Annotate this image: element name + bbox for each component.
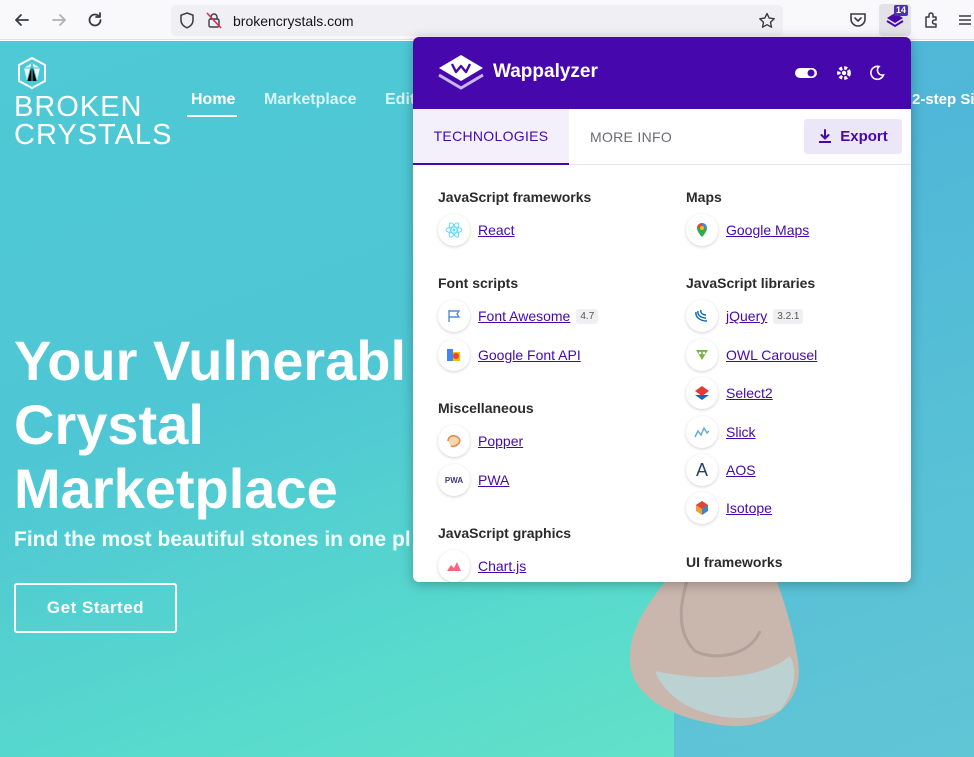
tech-google-maps[interactable]: Google Maps	[686, 214, 809, 246]
bookmark-star-icon[interactable]	[758, 12, 776, 34]
aos-icon: A	[686, 454, 718, 486]
popup-title: Wappalyzer	[493, 61, 598, 82]
tab-more-info[interactable]: MORE INFO	[569, 109, 693, 165]
font-awesome-flag-icon	[438, 300, 470, 332]
dark-mode-moon-icon[interactable]	[866, 63, 888, 83]
category-ui-frameworks: UI frameworks	[686, 554, 783, 570]
tech-owl-carousel[interactable]: OWL Carousel	[686, 339, 817, 371]
popup-header: Wappalyzer	[413, 37, 911, 109]
category-javascript-frameworks: JavaScript frameworks	[438, 189, 592, 205]
hero-title: Your Vulnerabl Crystal Marketplace	[14, 329, 407, 520]
wappalyzer-extension-button[interactable]: 14	[879, 4, 911, 36]
reload-icon[interactable]	[83, 8, 107, 32]
insecure-lock-icon[interactable]	[206, 12, 222, 34]
tech-jquery[interactable]: jQuery 3.2.1	[686, 300, 804, 332]
version-badge: 3.2.1	[773, 308, 804, 324]
settings-gear-icon[interactable]	[833, 63, 855, 83]
tech-font-awesome[interactable]: Font Awesome 4.7	[438, 300, 599, 332]
jquery-icon	[686, 300, 718, 332]
category-maps: Maps	[686, 189, 722, 205]
tech-isotope[interactable]: Isotope	[686, 492, 772, 524]
wappalyzer-popup: Wappalyzer TECHNOLOGIES MORE INFO Export…	[413, 37, 911, 582]
browser-toolbar: brokencrystals.com 14	[0, 0, 974, 40]
nav-2-step[interactable]: 2-step Si	[912, 91, 974, 108]
category-javascript-graphics: JavaScript graphics	[438, 525, 572, 541]
pocket-icon[interactable]	[846, 8, 870, 32]
crystal-image	[629, 561, 799, 727]
wappalyzer-logo-icon	[438, 55, 484, 90]
hero-subtitle: Find the most beautiful stones in one pl	[14, 528, 411, 551]
nav-marketplace[interactable]: Marketplace	[264, 91, 357, 109]
category-miscellaneous: Miscellaneous	[438, 400, 534, 416]
back-icon[interactable]	[10, 8, 34, 32]
site-logo[interactable]: BROKEN CRYSTALS	[14, 93, 172, 150]
get-started-button[interactable]: Get Started	[14, 583, 177, 633]
chartjs-icon	[438, 550, 470, 582]
version-badge: 4.7	[576, 308, 599, 324]
google-fonts-icon	[438, 339, 470, 371]
tech-select2[interactable]: Select2	[686, 377, 773, 409]
category-font-scripts: Font scripts	[438, 275, 519, 291]
extension-badge: 14	[893, 5, 908, 16]
nav-home[interactable]: Home	[191, 91, 235, 109]
category-javascript-libraries: JavaScript libraries	[686, 275, 816, 291]
slick-icon	[686, 416, 718, 448]
tech-pwa[interactable]: PWA PWA	[438, 464, 509, 496]
menu-icon[interactable]	[954, 8, 974, 32]
url-text: brokencrystals.com	[233, 13, 354, 29]
extensions-icon[interactable]	[920, 8, 944, 32]
download-icon	[819, 129, 832, 143]
google-maps-pin-icon	[686, 214, 718, 246]
tech-aos[interactable]: A AOS	[686, 454, 756, 486]
shield-icon[interactable]	[179, 12, 195, 34]
isotope-icon	[686, 492, 718, 524]
tech-chartjs[interactable]: Chart.js	[438, 550, 526, 582]
tech-popper[interactable]: Popper	[438, 425, 523, 457]
url-bar[interactable]: brokencrystals.com	[171, 5, 783, 36]
tech-react[interactable]: React	[438, 214, 515, 246]
popper-icon	[438, 425, 470, 457]
export-button[interactable]: Export	[804, 119, 902, 154]
select2-icon	[686, 377, 718, 409]
tech-slick[interactable]: Slick	[686, 416, 756, 448]
toggle-icon[interactable]	[795, 63, 817, 83]
react-icon	[438, 214, 470, 246]
tab-technologies[interactable]: TECHNOLOGIES	[413, 109, 569, 165]
tech-google-font-api[interactable]: Google Font API	[438, 339, 581, 371]
crystal-logo-icon	[18, 57, 46, 89]
owl-carousel-icon	[686, 339, 718, 371]
nav-edit[interactable]: Edit	[385, 91, 415, 109]
forward-icon[interactable]	[47, 8, 71, 32]
pwa-icon: PWA	[438, 464, 470, 496]
